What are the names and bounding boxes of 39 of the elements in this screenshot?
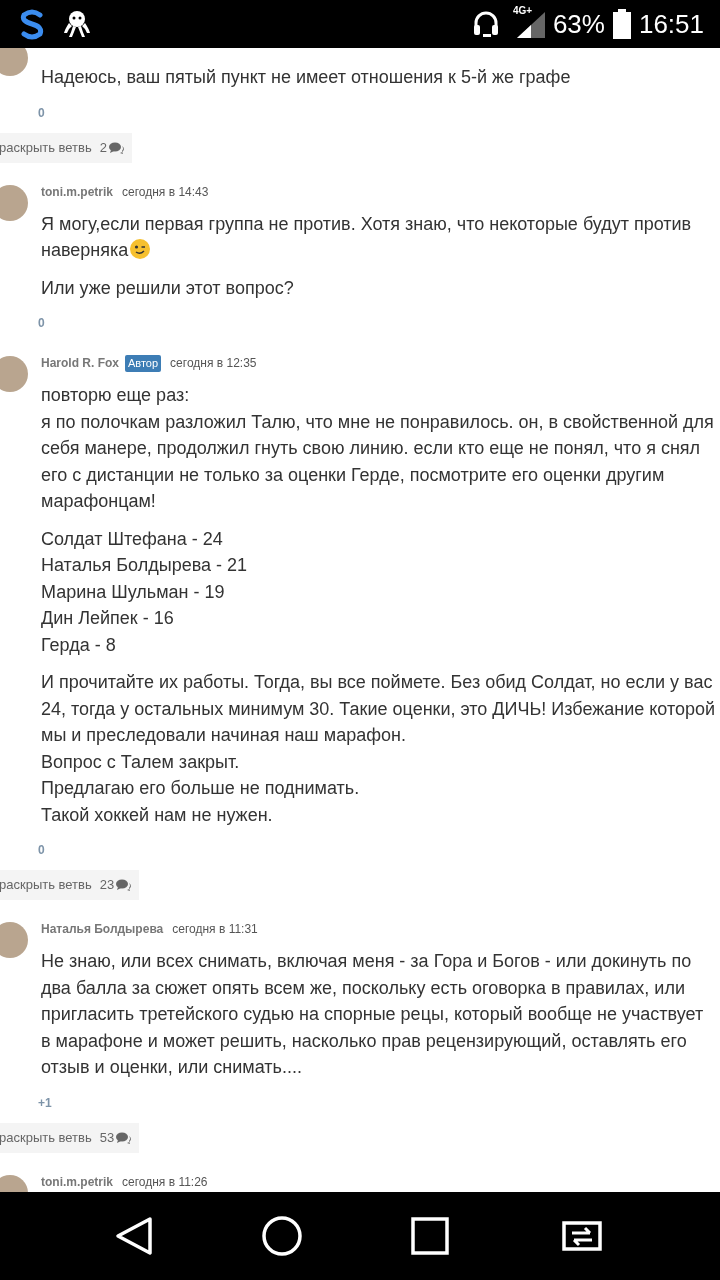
avatar-photo-placeholder [0,922,28,958]
vote-score: +1 [38,1094,52,1111]
avatar-photo-placeholder [0,184,28,221]
home-icon[interactable] [261,1216,302,1256]
expand-thread-button[interactable]: раскрыть ветвь 23 [0,870,140,900]
back-icon[interactable] [114,1216,153,1256]
comment-time[interactable]: сегодня в 11:31 [172,920,258,938]
comment-time[interactable]: сегодня в 12:35 [170,354,257,372]
comment-text: И прочитайте их работы. Тогда, вы все поймете. Без обид Солдат, но если у вас 24, тогда у остальных минимум 30. Такие оценки, это ДИЧЬ! Избежание которой мы и преследовали начиная наш марафон. Вопрос с Талем закрыт. Предлагаю его больше не поднимать. Такой хоккей нам не нужен. [41,671,716,827]
signal-icon [516,12,545,38]
octopus-icon[interactable] [62,9,92,39]
comment-time[interactable]: сегодня в 14:43 [122,182,209,201]
comment-text: Солдат Штефана - 24 Наталья Болдырева - 21 Марина Шульман - 19 Дин Лейпек - 16 Герда - 8 [41,527,249,657]
comment-text: Или уже решили этот вопрос? [41,276,295,300]
author-name[interactable]: Наталья Болдырева [41,920,164,938]
vote-score: 0 [38,315,45,331]
expand-thread-button[interactable]: раскрыть ветвь 2 [0,132,132,163]
comments-icon [109,141,124,154]
comment-text: Не знаю, или всех снимать, включая меня - за Гора и Богов - или докинуть по два балла за сюжет опять всем же, поскольку есть оговорка в правилах, или пригласить третейского судью на спорные рецы, который вообще не участвует в марафоне и может решить, насколько прав рецензирующий, оставлять его отзыв и оценки, или снимать.... [41,950,705,1079]
network-type-label: 4G+ [512,6,533,16]
author-name[interactable]: Harold R. Fox [41,354,119,372]
avatar-photo-placeholder [0,356,28,392]
vote-score: 0 [38,842,45,858]
comment-text: повторю еще раз: я по полочкам разложил Талю, что мне не понравилось. он, в свойственной для себя манере, продолжил гнуть свою линию. если кто еще не понял, что я снял его с дистанции не только за оценки Герде, посмотрите его оценки другим марафонцам! [41,384,715,513]
author-name[interactable]: toni.m.petrik [41,1172,113,1191]
comment-text: Я могу,если первая группа не против. Хотя знаю, что некоторые будут против наверняка [41,212,693,262]
comment-time[interactable]: сегодня в 11:26 [122,1172,208,1191]
comments-icon [116,1131,132,1144]
clock: 16:51 [638,7,704,41]
vote-score: 0 [38,104,45,121]
author-badge: Автор [125,354,162,372]
comments-icon [116,879,132,891]
headphones-icon [472,10,499,38]
author-name[interactable]: toni.m.petrik [41,182,113,201]
battery-percent: 63% [552,7,605,41]
expand-thread-button[interactable]: раскрыть ветвь 53 [0,1122,140,1153]
battery-icon [612,9,631,39]
comment-text: Надеюсь, ваш пятый пункт не имеет отношения к 5-й же графе [41,66,572,89]
recent-apps-icon[interactable] [410,1217,449,1255]
